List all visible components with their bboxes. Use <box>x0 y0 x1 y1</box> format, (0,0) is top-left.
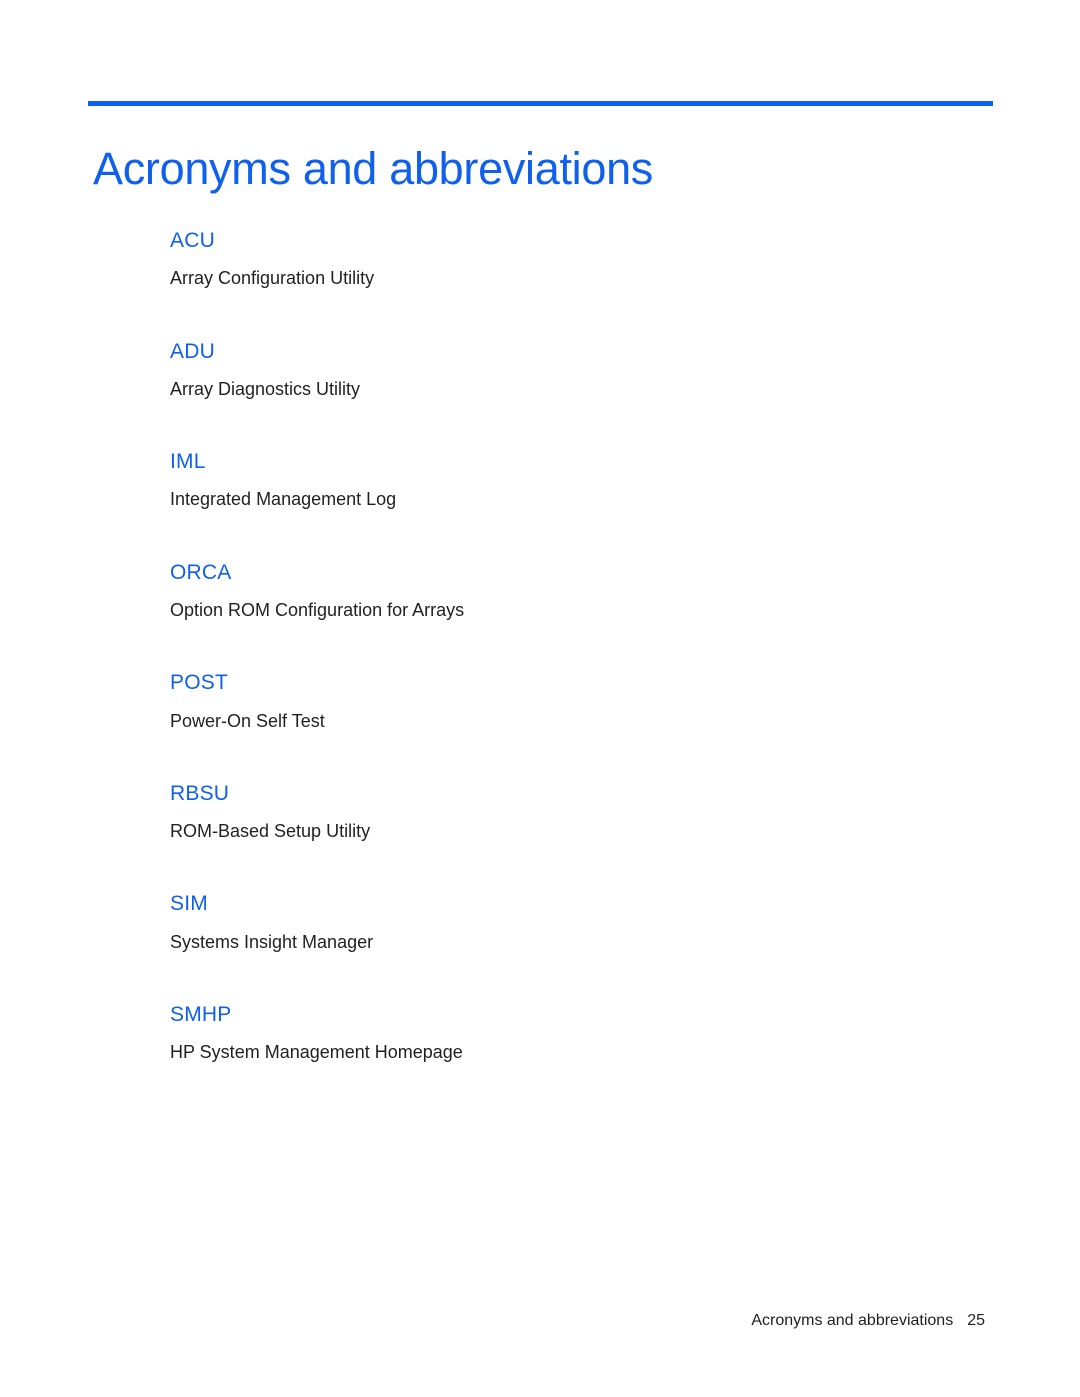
acronym-definition: ROM-Based Setup Utility <box>170 821 371 842</box>
glossary-entry: SMHP HP System Management Homepage <box>170 1002 930 1065</box>
acronym-term: ADU <box>170 339 215 363</box>
acronym-definition: Power-On Self Test <box>170 710 325 731</box>
acronym-definition: Systems Insight Manager <box>170 931 374 952</box>
title-rule <box>88 101 993 106</box>
glossary-entry: ORCA Option ROM Configuration for Arrays <box>170 560 930 623</box>
glossary-entry: RBSU ROM-Based Setup Utility <box>170 781 930 844</box>
glossary-entry: ADU Array Diagnostics Utility <box>170 339 930 402</box>
acronym-term: SMHP <box>170 1003 232 1027</box>
footer-chapter-label: Acronyms and abbreviations <box>751 1312 954 1329</box>
acronym-definition: Array Diagnostics Utility <box>170 378 361 399</box>
acronym-term: SIM <box>170 892 208 916</box>
acronym-term: RBSU <box>170 781 230 805</box>
acronym-definition: Array Configuration Utility <box>170 268 375 289</box>
acronym-definition: Integrated Management Log <box>170 489 397 510</box>
glossary-entry: POST Power-On Self Test <box>170 670 930 733</box>
acronym-definition: HP System Management Homepage <box>170 1042 463 1063</box>
glossary-entry: ACU Array Configuration Utility <box>170 228 930 291</box>
acronym-term: POST <box>170 671 228 695</box>
page-title: Acronyms and abbreviations <box>93 143 653 195</box>
acronym-term: ACU <box>170 229 215 252</box>
document-page: Acronyms and abbreviations ACU Array Conf… <box>0 0 1080 1397</box>
acronym-definition: Option ROM Configuration for Arrays <box>170 599 465 620</box>
glossary-entry: IML Integrated Management Log <box>170 449 930 512</box>
footer-page-number: 25 <box>967 1312 985 1329</box>
acronym-term: IML <box>170 450 206 474</box>
acronym-term: ORCA <box>170 560 232 584</box>
glossary-entry: SIM Systems Insight Manager <box>170 891 930 954</box>
glossary-list: ACU Array Configuration Utility ADU Array D… <box>170 228 930 1065</box>
page-footer: Acronyms and abbreviations 25 <box>88 1312 985 1330</box>
